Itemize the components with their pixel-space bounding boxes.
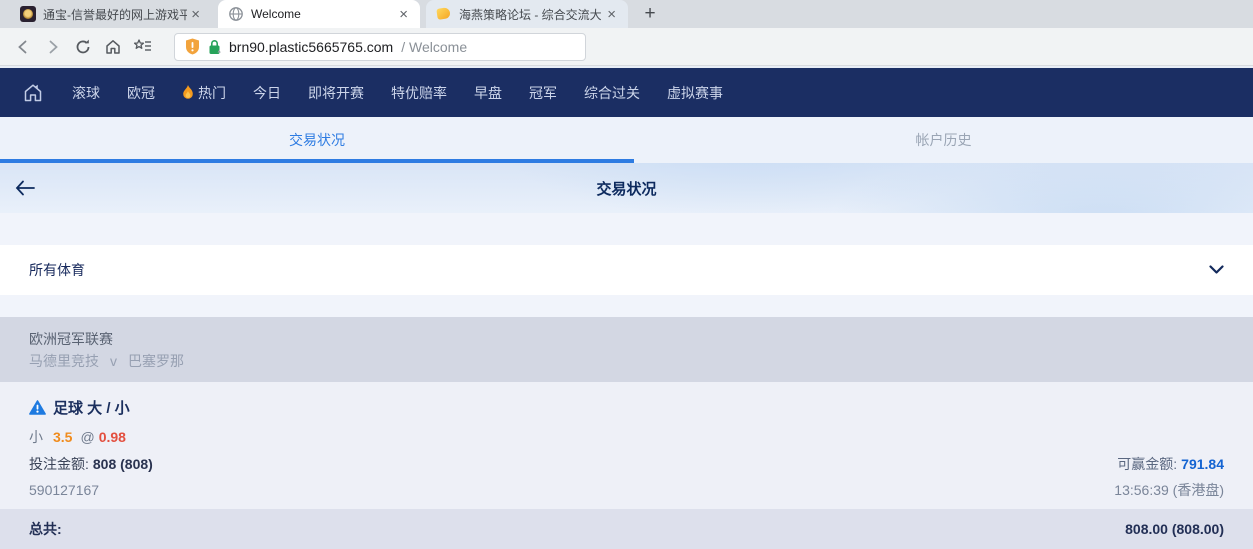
browser-tab-title: 通宝-信誉最好的网上游戏平 [43,6,187,23]
at-sign: @ [80,429,94,445]
nav-item-ucl[interactable]: 欧冠 [127,83,155,103]
url-path: / Welcome [401,39,467,55]
chevron-down-icon [1209,265,1224,275]
handicap-line: 3.5 [53,429,72,445]
address-bar[interactable]: brn90.plastic5665765.com / Welcome [174,33,586,61]
sport-filter-select[interactable]: 所有体育 [0,245,1253,295]
selection-name: 小 [29,429,43,445]
meta-line: 590127167 13:56:39 (香港盘) [29,477,1224,503]
payout-label: 可赢金额: [1117,456,1177,472]
tab-transactions[interactable]: 交易状况 [0,117,634,163]
market-line: 足球 大 / 小 [29,390,1224,423]
nav-item-live[interactable]: 滚球 [72,83,100,103]
close-tab-icon[interactable]: × [603,6,620,23]
nav-item-early[interactable]: 早盘 [474,83,502,103]
bet-details: 足球 大 / 小 小 3.5 @0.98 投注金额:808 (808) 可赢金额:7… [0,382,1253,509]
league-name: 欧洲冠军联赛 [29,328,1224,350]
match-header: 欧洲冠军联赛 马德里竞技 v 巴塞罗那 [0,317,1253,382]
odds-value: 0.98 [99,429,126,445]
browser-tab-title: 海燕策略论坛 - 综合交流大 [459,6,603,23]
bet-id: 590127167 [29,482,99,498]
browser-toolbar: brn90.plastic5665765.com / Welcome [0,28,1253,66]
browser-tab-title: Welcome [251,7,395,21]
away-team: 巴塞罗那 [128,353,184,369]
nav-item-hot[interactable]: 热门 [182,83,226,103]
extension-warning-shield-icon[interactable] [185,38,200,55]
nav-item-today[interactable]: 今日 [253,83,281,103]
page-tab-bar: 交易状况 帐户历史 [0,117,1253,163]
globe-icon [228,6,244,22]
browser-tab-strip: 通宝-信誉最好的网上游戏平 × Welcome × 海燕策略论坛 - 综合交流大… [0,0,1253,28]
market-name: 足球 大 / 小 [53,397,130,418]
https-lock-icon[interactable] [208,39,221,55]
amounts-line: 投注金额:808 (808) 可赢金额:791.84 [29,451,1224,477]
site-nav-bar: 滚球 欧冠 热门 今日 即将开赛 特优赔率 早盘 冠军 综合过关 虚拟赛事 [0,68,1253,117]
home-icon[interactable] [98,32,128,62]
warning-triangle-icon [29,400,46,415]
browser-tab-haiyan[interactable]: 海燕策略论坛 - 综合交流大 × [426,0,628,28]
nav-item-parlay[interactable]: 综合过关 [584,83,640,103]
browser-tab-welcome[interactable]: Welcome × [218,0,420,28]
bet-time: 13:56:39 (香港盘) [1114,480,1224,500]
versus-label: v [110,353,117,369]
bet-card: 欧洲冠军联赛 马德里竞技 v 巴塞罗那 足球 大 / 小 小 3.5 @0.98 投注金… [0,317,1253,549]
url-host: brn90.plastic5665765.com [229,39,393,55]
flame-icon [182,85,194,100]
tongbao-favicon-icon [20,6,36,22]
reload-icon[interactable] [68,32,98,62]
nav-item-virtual[interactable]: 虚拟赛事 [667,83,723,103]
total-label: 总共: [29,519,62,539]
payout-value: 791.84 [1181,456,1224,472]
new-tab-button[interactable]: + [636,2,664,26]
back-nav-icon[interactable] [8,32,38,62]
sport-filter-label: 所有体育 [29,260,85,280]
selection-line: 小 3.5 @0.98 [29,423,1224,451]
browser-tab-tongbao[interactable]: 通宝-信誉最好的网上游戏平 × [10,0,212,28]
nav-item-outright[interactable]: 冠军 [529,83,557,103]
nav-home-icon[interactable] [22,83,44,103]
back-arrow-icon[interactable] [12,175,38,201]
tab-account-history[interactable]: 帐户历史 [634,117,1253,163]
close-tab-icon[interactable]: × [395,6,412,23]
content-area: 所有体育 欧洲冠军联赛 马德里竞技 v 巴塞罗那 足球 大 / 小 小 3.5 @0.9… [0,213,1253,534]
match-teams: 马德里竞技 v 巴塞罗那 [29,350,1224,372]
total-row: 总共: 808.00 (808.00) [0,509,1253,549]
bookmarks-icon[interactable] [128,32,158,62]
stake-label: 投注金额: [29,456,89,472]
stake-value: 808 (808) [93,456,153,472]
close-tab-icon[interactable]: × [187,6,204,23]
page-header: 交易状况 [0,163,1253,213]
nav-item-special-odds[interactable]: 特优赔率 [391,83,447,103]
forward-nav-icon[interactable] [38,32,68,62]
home-team: 马德里竞技 [29,353,99,369]
nav-item-upcoming[interactable]: 即将开赛 [308,83,364,103]
page-title: 交易状况 [596,178,656,199]
haiyan-favicon-icon [436,6,452,22]
